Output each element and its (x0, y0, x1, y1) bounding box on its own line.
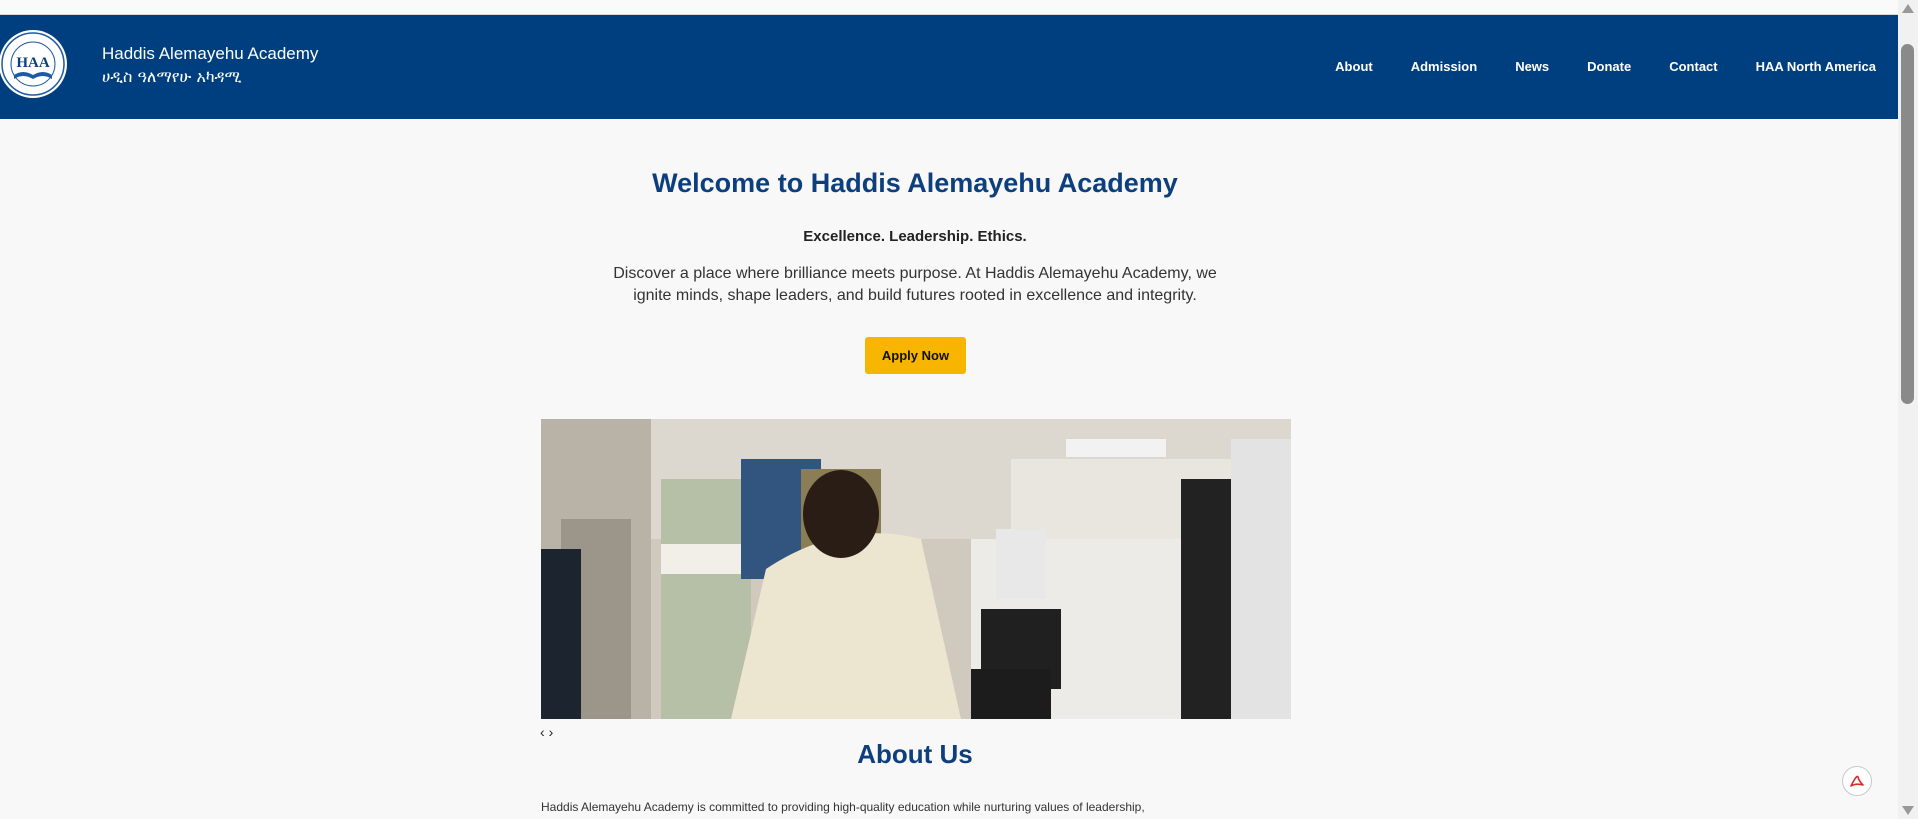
nav-haa-north-america[interactable]: HAA North America (1756, 59, 1876, 74)
nav-donate[interactable]: Donate (1587, 59, 1631, 74)
pdf-icon (1850, 775, 1864, 787)
browser-top-strip (0, 0, 1898, 15)
page-scrollbar[interactable] (1898, 0, 1918, 819)
apply-now-button[interactable]: Apply Now (865, 337, 966, 374)
scroll-up-arrow-icon[interactable] (1902, 4, 1914, 13)
site-header: HAA Haddis Alemayehu Academy ሀዲስ ዓለማየሁ አ… (0, 15, 1898, 119)
nav-admission[interactable]: Admission (1411, 59, 1477, 74)
pdf-button[interactable] (1842, 766, 1872, 796)
nav-about[interactable]: About (1335, 59, 1373, 74)
brand[interactable]: Haddis Alemayehu Academy ሀዲስ ዓለማየሁ አካዳሚ (102, 43, 318, 89)
svg-text:HAA: HAA (16, 55, 50, 71)
brand-name-english: Haddis Alemayehu Academy (102, 44, 319, 63)
about-us-text: Haddis Alemayehu Academy is committed to… (541, 800, 1145, 814)
scroll-down-arrow-icon[interactable] (1902, 806, 1914, 815)
hero-title: Welcome to Haddis Alemayehu Academy (652, 168, 1178, 198)
hero-description: Discover a place where brilliance meets … (613, 265, 1217, 304)
nav-contact[interactable]: Contact (1669, 59, 1717, 74)
carousel-prev-button[interactable]: ‹ (540, 724, 545, 740)
carousel-controls: ‹ › (540, 724, 557, 740)
main-nav: About Admission News Donate Contact HAA … (1297, 59, 1876, 74)
carousel-image-lab-students (541, 419, 1291, 719)
scroll-thumb[interactable] (1901, 44, 1914, 404)
about-us-heading: About Us (857, 739, 973, 769)
academy-logo[interactable]: HAA (0, 29, 68, 99)
nav-news[interactable]: News (1515, 59, 1549, 74)
brand-name-amharic: ሀዲስ ዓለማየሁ አካዳሚ (102, 67, 242, 86)
carousel-next-button[interactable]: › (549, 724, 554, 740)
hero-tagline: Excellence. Leadership. Ethics. (803, 228, 1027, 245)
